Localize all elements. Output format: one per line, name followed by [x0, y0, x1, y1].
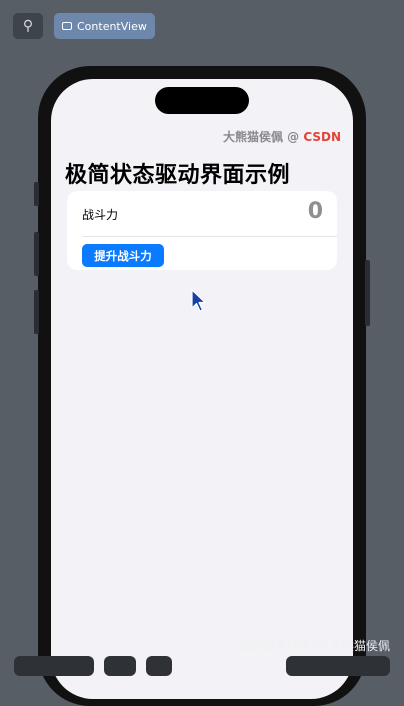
power-label: 战斗力: [82, 208, 119, 222]
iphone-screen: 大熊猫侯佩 @ CSDN 极简状态驱动界面示例 战斗力 0 提升战斗力: [51, 79, 353, 699]
volume-down-button: [34, 290, 39, 334]
watermark: 掘金技术社区 @ 大熊猫侯佩: [238, 639, 390, 653]
content-view-tab-label: ContentView: [77, 19, 147, 33]
pin-icon: ⚲: [22, 18, 34, 34]
divider: [82, 236, 337, 237]
dynamic-island: [155, 87, 249, 114]
credit-author: 大熊猫侯佩 @: [222, 130, 304, 144]
bottom-toolbar-right: [286, 656, 390, 676]
bottom-toolbar-mid-2: [146, 656, 172, 676]
bottom-toolbar-mid-1: [104, 656, 136, 676]
cursor-icon: [191, 289, 206, 312]
power-value: 0: [307, 199, 323, 224]
window-icon: [62, 22, 72, 30]
credit-brand: CSDN: [303, 130, 341, 144]
author-credit: 大熊猫侯佩 @ CSDN: [223, 128, 341, 145]
power-card: 战斗力 0 提升战斗力: [67, 191, 337, 270]
bottom-toolbar-left: [14, 656, 94, 676]
boost-power-button[interactable]: 提升战斗力: [82, 244, 164, 267]
volume-up-button: [34, 232, 39, 276]
page-title: 极简状态驱动界面示例: [65, 163, 291, 188]
action-button: [34, 182, 39, 206]
power-button: [365, 260, 370, 326]
pin-button[interactable]: ⚲: [13, 13, 43, 39]
content-view-tab[interactable]: ContentView: [54, 13, 155, 39]
